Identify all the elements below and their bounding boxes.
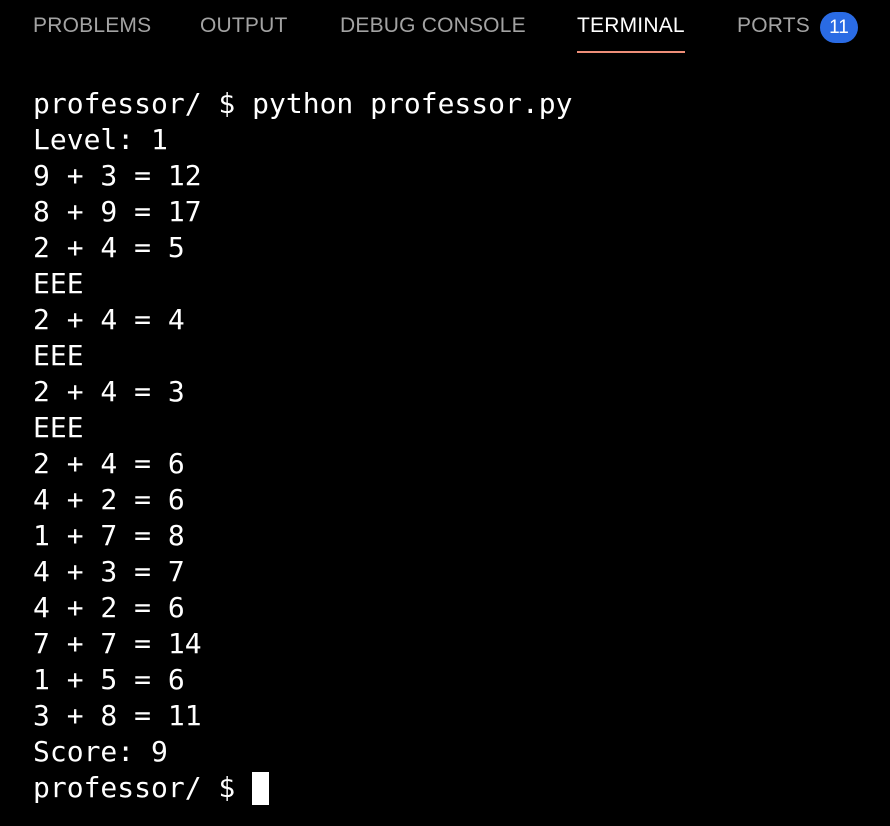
tab-debug-console-label: DEBUG CONSOLE	[340, 14, 526, 37]
tab-debug-console[interactable]: DEBUG CONSOLE	[340, 14, 526, 48]
tab-terminal[interactable]: TERMINAL	[577, 14, 685, 53]
terminal-line: 4 + 2 = 6	[33, 483, 185, 516]
terminal-line: Level: 1	[33, 123, 168, 156]
terminal-line: 8 + 9 = 17	[33, 195, 202, 228]
terminal-line: 4 + 3 = 7	[33, 555, 185, 588]
terminal-line: 1 + 5 = 6	[33, 663, 185, 696]
terminal-output[interactable]: professor/ $ python professor.py Level: …	[33, 86, 873, 816]
terminal-line: EEE	[33, 411, 84, 444]
ports-count-badge: 11	[820, 12, 858, 43]
terminal-line: 7 + 7 = 14	[33, 627, 202, 660]
terminal-prompt-line[interactable]: professor/ $	[33, 770, 873, 806]
tab-ports[interactable]: PORTS	[737, 14, 810, 48]
tab-output-label: OUTPUT	[200, 14, 288, 37]
tab-output[interactable]: OUTPUT	[200, 14, 288, 48]
terminal-line: 2 + 4 = 6	[33, 447, 185, 480]
tab-problems-label: PROBLEMS	[33, 14, 152, 37]
terminal-line: 2 + 4 = 5	[33, 231, 185, 264]
terminal-line: 2 + 4 = 3	[33, 375, 185, 408]
terminal-line: 4 + 2 = 6	[33, 591, 185, 624]
terminal-line: 2 + 4 = 4	[33, 303, 185, 336]
terminal-line: 1 + 7 = 8	[33, 519, 185, 552]
terminal-line: EEE	[33, 267, 84, 300]
terminal-line: professor/ $ python professor.py	[33, 87, 573, 120]
tab-terminal-label: TERMINAL	[577, 14, 685, 37]
terminal-cursor	[252, 771, 270, 805]
terminal-prompt: professor/ $	[33, 771, 236, 804]
terminal-line: 3 + 8 = 11	[33, 699, 202, 732]
tab-problems[interactable]: PROBLEMS	[33, 14, 151, 48]
panel-tab-bar: PROBLEMS OUTPUT DEBUG CONSOLE TERMINAL P…	[0, 0, 890, 60]
terminal-line: EEE	[33, 339, 84, 372]
terminal-line: 9 + 3 = 12	[33, 159, 202, 192]
tab-ports-label: PORTS	[737, 14, 810, 37]
terminal-line: Score: 9	[33, 735, 168, 768]
